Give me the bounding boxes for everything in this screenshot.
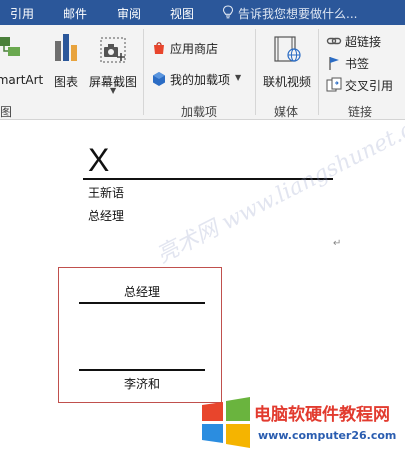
textbox-title: 总经理 — [124, 285, 161, 299]
hyperlink-label: 超链接 — [345, 35, 382, 49]
online-video-label: 联机视频 — [262, 75, 311, 89]
group-divider — [318, 29, 319, 115]
logo-title: 电脑软硬件教程网 — [254, 405, 390, 425]
signer-title: 总经理 — [88, 209, 125, 223]
my-addins-label: 我的加载项 — [170, 73, 231, 87]
addins-group-label: 加载项 — [181, 105, 218, 119]
bookmark-label: 书签 — [345, 57, 370, 71]
screenshot-icon — [100, 37, 126, 63]
windows-logo-icon — [202, 397, 250, 448]
chart-label: 图表 — [53, 75, 78, 89]
tab-references[interactable]: 引用 — [10, 5, 34, 22]
ribbon-tab-bar: 引用 邮件 审阅 视图 告诉我您想要做什么... — [0, 0, 405, 25]
logo-url: www.computer26.com — [258, 429, 397, 442]
tell-me-text: 告诉我您想要做什么... — [238, 7, 358, 21]
signature-x-mark: X — [88, 142, 110, 178]
lightbulb-icon — [222, 5, 234, 19]
tab-view[interactable]: 视图 — [170, 5, 194, 22]
link-icon — [326, 37, 342, 45]
store-label: 应用商店 — [170, 42, 219, 56]
watermark: 亮术网 www.liangshunet.com — [152, 101, 405, 269]
ribbon: martArt 图表 屏幕截图 ▼ 图 应用商店 我的加载项 ▼ 加载项 联机视… — [0, 25, 405, 120]
chart-icon — [55, 34, 77, 61]
cross-reference-icon — [326, 77, 342, 92]
tab-mailings[interactable]: 邮件 — [63, 5, 87, 22]
store-icon — [154, 42, 164, 54]
paragraph-mark-icon: ↵ — [333, 238, 342, 249]
site-logo: 电脑软硬件教程网 www.computer26.com — [198, 394, 405, 453]
links-group-label: 链接 — [348, 105, 373, 119]
textbox-name: 李济和 — [124, 377, 161, 391]
textbox-top-line — [79, 302, 205, 304]
group-divider — [143, 29, 144, 115]
group-divider — [255, 29, 256, 115]
media-group-label: 媒体 — [274, 105, 299, 119]
cross-reference-label: 交叉引用 — [345, 79, 394, 93]
smartart-label: martArt — [0, 73, 44, 87]
tell-me-search[interactable]: 告诉我您想要做什么... — [222, 5, 358, 22]
textbox-bottom-line — [79, 369, 205, 371]
text-box[interactable]: 总经理 李济和 — [58, 267, 222, 403]
illustrations-group-label: 图 — [0, 105, 13, 119]
bookmark-icon — [329, 57, 339, 70]
chevron-down-icon: ▼ — [110, 86, 117, 95]
tab-review[interactable]: 审阅 — [117, 5, 141, 22]
addins-icon — [153, 72, 165, 86]
signer-name: 王新语 — [88, 186, 125, 200]
online-video-icon — [274, 36, 301, 62]
smartart-icon — [0, 37, 20, 56]
chevron-down-icon: ▼ — [235, 73, 242, 82]
